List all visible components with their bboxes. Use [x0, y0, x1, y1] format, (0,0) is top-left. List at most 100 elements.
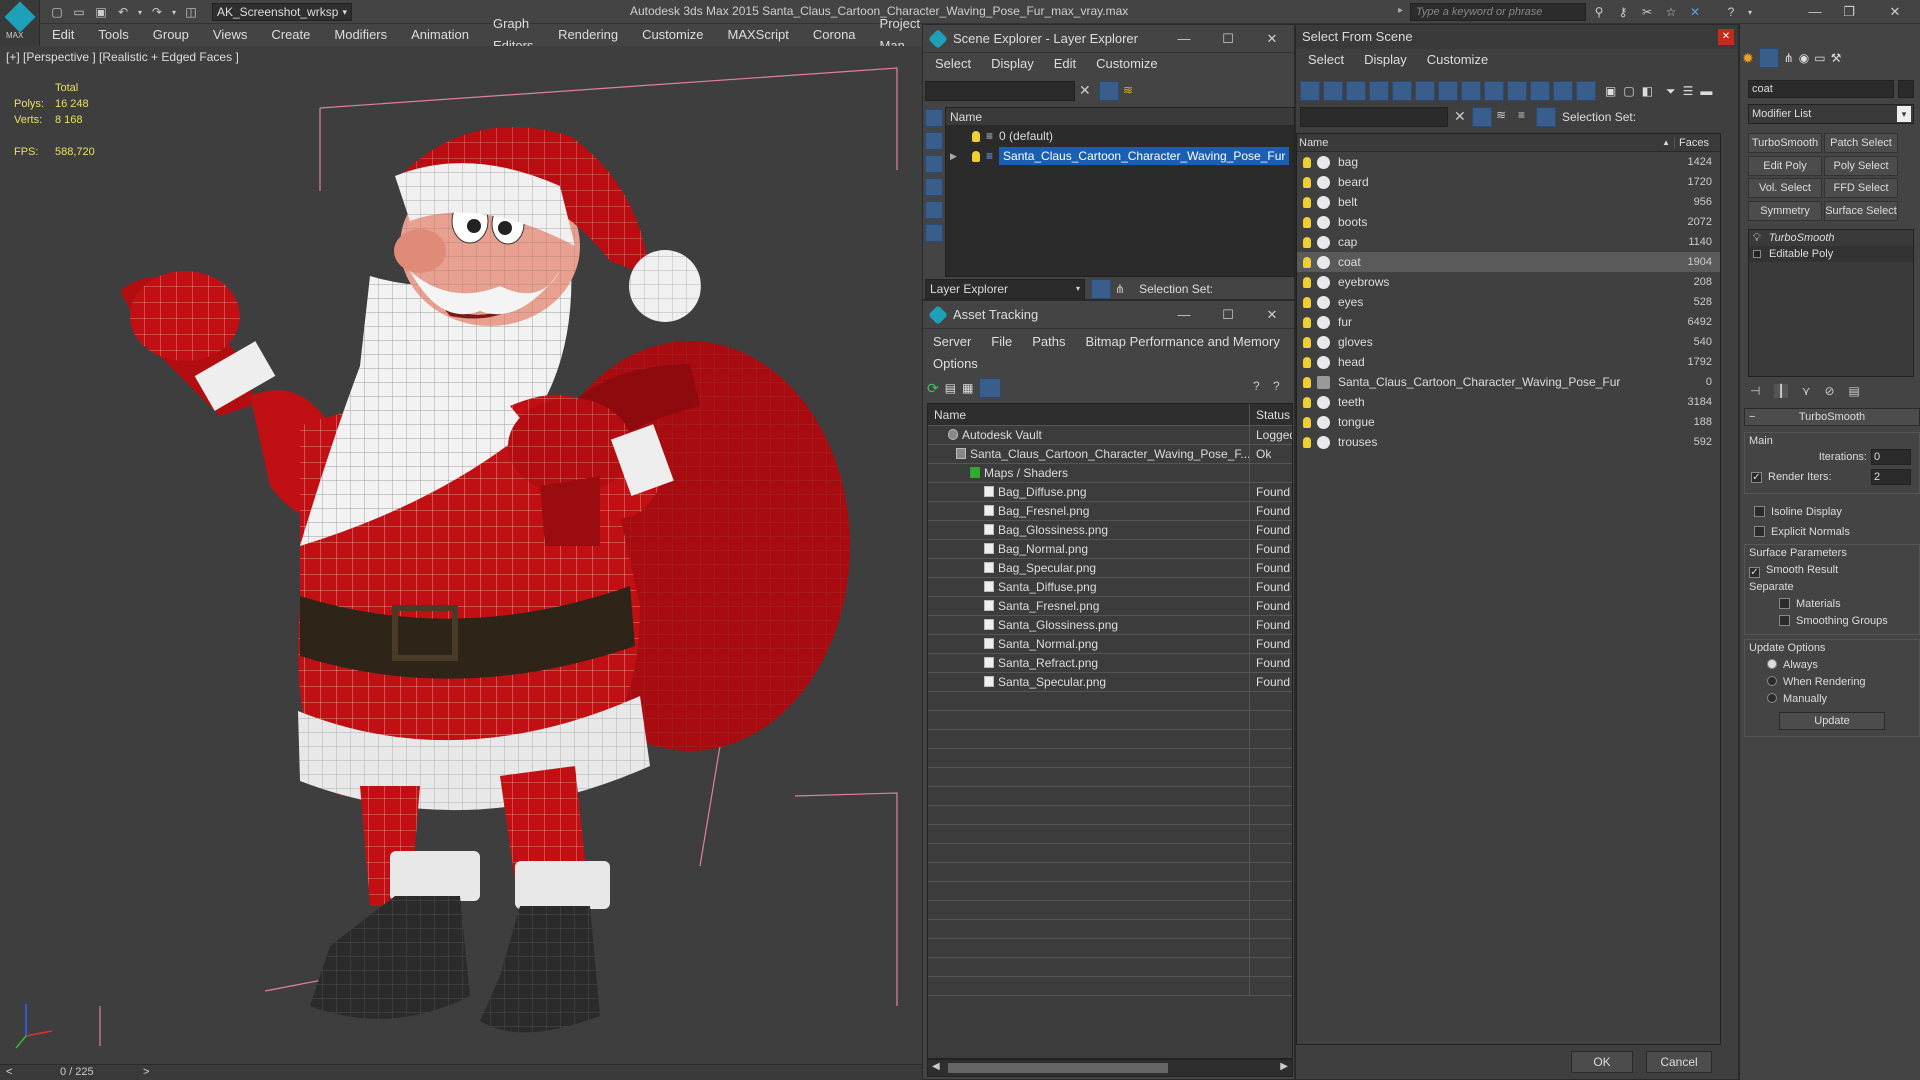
- filter-funnel-icon[interactable]: ⏷: [1666, 84, 1676, 99]
- cameras-filter-icon[interactable]: [1392, 81, 1412, 101]
- object-row[interactable]: boots 2072: [1297, 212, 1720, 232]
- object-row[interactable]: bag 1424: [1297, 152, 1720, 172]
- menu-edit[interactable]: Edit: [40, 24, 86, 46]
- clear-search-icon[interactable]: ✕: [1454, 108, 1466, 125]
- layer-tree-header[interactable]: Name: [946, 108, 1294, 126]
- asset-row[interactable]: Santa_Fresnel.png Found: [928, 597, 1292, 616]
- light-bulb-icon[interactable]: [1303, 356, 1311, 368]
- menu-modifiers[interactable]: Modifiers: [322, 24, 399, 46]
- pin-stack-icon[interactable]: ⊣: [1750, 384, 1760, 398]
- display-all-icon[interactable]: [1300, 81, 1320, 101]
- render-iters-spinner[interactable]: 2: [1871, 469, 1911, 485]
- xrefs-filter-icon[interactable]: [1484, 81, 1504, 101]
- light-bulb-icon[interactable]: [1303, 416, 1311, 428]
- object-row[interactable]: beard 1720: [1297, 172, 1720, 192]
- object-row[interactable]: head 1792: [1297, 352, 1720, 372]
- column-name[interactable]: Name: [928, 404, 1250, 425]
- explorer-type-dropdown[interactable]: Layer Explorer ▾: [925, 279, 1085, 299]
- surface-select-mod-button[interactable]: Surface Select: [1824, 201, 1898, 221]
- stack-item-editable-poly[interactable]: Editable Poly: [1749, 246, 1913, 262]
- time-slider[interactable]: < 0 / 225 >: [0, 1064, 922, 1080]
- display-tab-icon[interactable]: ▭: [1814, 51, 1825, 65]
- motion-tab-icon[interactable]: ◉: [1799, 51, 1809, 65]
- favorite-star-icon[interactable]: ☆: [1662, 3, 1680, 21]
- redo-dropdown-icon[interactable]: ▾: [170, 3, 178, 21]
- asset-row[interactable]: Autodesk Vault Logged: [928, 426, 1292, 445]
- light-bulb-icon[interactable]: [1303, 316, 1311, 328]
- se-menu-select[interactable]: Select: [925, 53, 981, 75]
- object-row[interactable]: eyebrows 208: [1297, 272, 1720, 292]
- modify-tab-icon[interactable]: [1758, 48, 1779, 68]
- asset-row[interactable]: Santa_Specular.png Found: [928, 673, 1292, 692]
- layer-sort-icon[interactable]: [1091, 279, 1111, 299]
- select-from-scene-search-input[interactable]: [1300, 107, 1448, 127]
- search-input[interactable]: Type a keyword or phrase: [1410, 3, 1586, 21]
- layer-filter-icon[interactable]: ≋: [1496, 108, 1506, 122]
- redo-icon[interactable]: ↷: [148, 3, 166, 21]
- asset-row[interactable]: Santa_Normal.png Found: [928, 635, 1292, 654]
- se-menu-display[interactable]: Display: [981, 53, 1044, 75]
- scene-explorer-titlebar[interactable]: Scene Explorer - Layer Explorer — ☐ ✕: [923, 25, 1294, 53]
- light-bulb-icon[interactable]: [1303, 256, 1311, 268]
- object-color-swatch[interactable]: [1898, 80, 1914, 98]
- prev-frame-button[interactable]: <: [6, 1066, 12, 1078]
- asset-row[interactable]: Bag_Fresnel.png Found: [928, 502, 1292, 521]
- menu-customize[interactable]: Customize: [630, 24, 715, 46]
- display-shapes-icon[interactable]: [925, 155, 943, 173]
- smooth-result-checkbox[interactable]: ✓: [1749, 567, 1760, 578]
- sort-list-icon[interactable]: ☰: [1683, 84, 1694, 98]
- minimize-icon[interactable]: —: [1162, 301, 1206, 329]
- patch-select-mod-button[interactable]: Patch Select: [1824, 133, 1898, 153]
- select-from-scene-titlebar[interactable]: Select From Scene ✕: [1296, 25, 1738, 49]
- close-icon[interactable]: ✕: [1718, 29, 1734, 45]
- asset-row[interactable]: Maps / Shaders: [928, 464, 1292, 483]
- asset-row[interactable]: Santa_Claus_Cartoon_Character_Waving_Pos…: [928, 445, 1292, 464]
- filter-icon[interactable]: [1099, 81, 1119, 101]
- lights-filter-icon[interactable]: [1369, 81, 1389, 101]
- asset-row[interactable]: Bag_Glossiness.png Found: [928, 521, 1292, 540]
- expand-arrow-icon[interactable]: ▶: [950, 151, 966, 162]
- light-bulb-icon[interactable]: [1303, 276, 1311, 288]
- menu-create[interactable]: Create: [259, 24, 322, 46]
- at-menu-options[interactable]: Options: [923, 356, 988, 371]
- list-view-icon[interactable]: ▤: [945, 381, 956, 395]
- app-logo[interactable]: MAX: [0, 0, 40, 46]
- binoculars-icon[interactable]: ⚲: [1590, 3, 1608, 21]
- modifier-list-dropdown[interactable]: Modifier List ▾: [1748, 104, 1914, 124]
- layers-icon[interactable]: ≡: [1518, 108, 1525, 122]
- object-row[interactable]: trouses 592: [1297, 432, 1720, 452]
- select-none-icon[interactable]: ▢: [1623, 84, 1634, 98]
- asset-row[interactable]: Bag_Normal.png Found: [928, 540, 1292, 559]
- utilities-tab-icon[interactable]: ⚒: [1831, 51, 1842, 65]
- help-icon[interactable]: ?: [1722, 3, 1740, 21]
- rollout-header[interactable]: − TurboSmooth: [1744, 408, 1920, 426]
- light-bulb-icon[interactable]: [1303, 336, 1311, 348]
- layer-row-default[interactable]: ≡ 0 (default): [946, 126, 1294, 146]
- maximize-button[interactable]: ❐: [1834, 2, 1864, 22]
- maximize-icon[interactable]: ☐: [1206, 301, 1250, 329]
- manually-radio[interactable]: [1767, 693, 1777, 703]
- turbosmooth-mod-button[interactable]: TurboSmooth: [1748, 133, 1822, 153]
- display-cameras-icon[interactable]: [925, 201, 943, 219]
- smoothing-groups-checkbox[interactable]: [1779, 615, 1790, 626]
- key-icon[interactable]: ⚷: [1614, 3, 1632, 21]
- display-none-icon[interactable]: [925, 109, 943, 127]
- light-bulb-icon[interactable]: [1303, 156, 1311, 168]
- light-bulb-icon[interactable]: [1303, 296, 1311, 308]
- help-icon[interactable]: ?: [1253, 379, 1260, 393]
- display-geometry-icon[interactable]: [925, 132, 943, 150]
- vol-select-mod-button[interactable]: Vol. Select: [1748, 178, 1822, 198]
- table-view-icon[interactable]: [979, 378, 1002, 398]
- explicit-normals-checkbox[interactable]: [1754, 526, 1765, 537]
- object-row[interactable]: eyes 528: [1297, 292, 1720, 312]
- column-faces[interactable]: Faces: [1674, 136, 1720, 149]
- asset-tracking-titlebar[interactable]: Asset Tracking — ☐ ✕: [923, 301, 1294, 329]
- scrollbar-thumb[interactable]: [948, 1063, 1168, 1073]
- bones-filter-icon[interactable]: [1507, 81, 1527, 101]
- light-bulb-icon[interactable]: 💡︎: [1753, 232, 1761, 245]
- minimize-button[interactable]: —: [1800, 2, 1830, 22]
- object-row[interactable]: tongue 188: [1297, 412, 1720, 432]
- cancel-button[interactable]: Cancel: [1646, 1051, 1712, 1073]
- isoline-display-checkbox[interactable]: [1754, 506, 1765, 517]
- poly-select-mod-button[interactable]: Poly Select: [1824, 156, 1898, 176]
